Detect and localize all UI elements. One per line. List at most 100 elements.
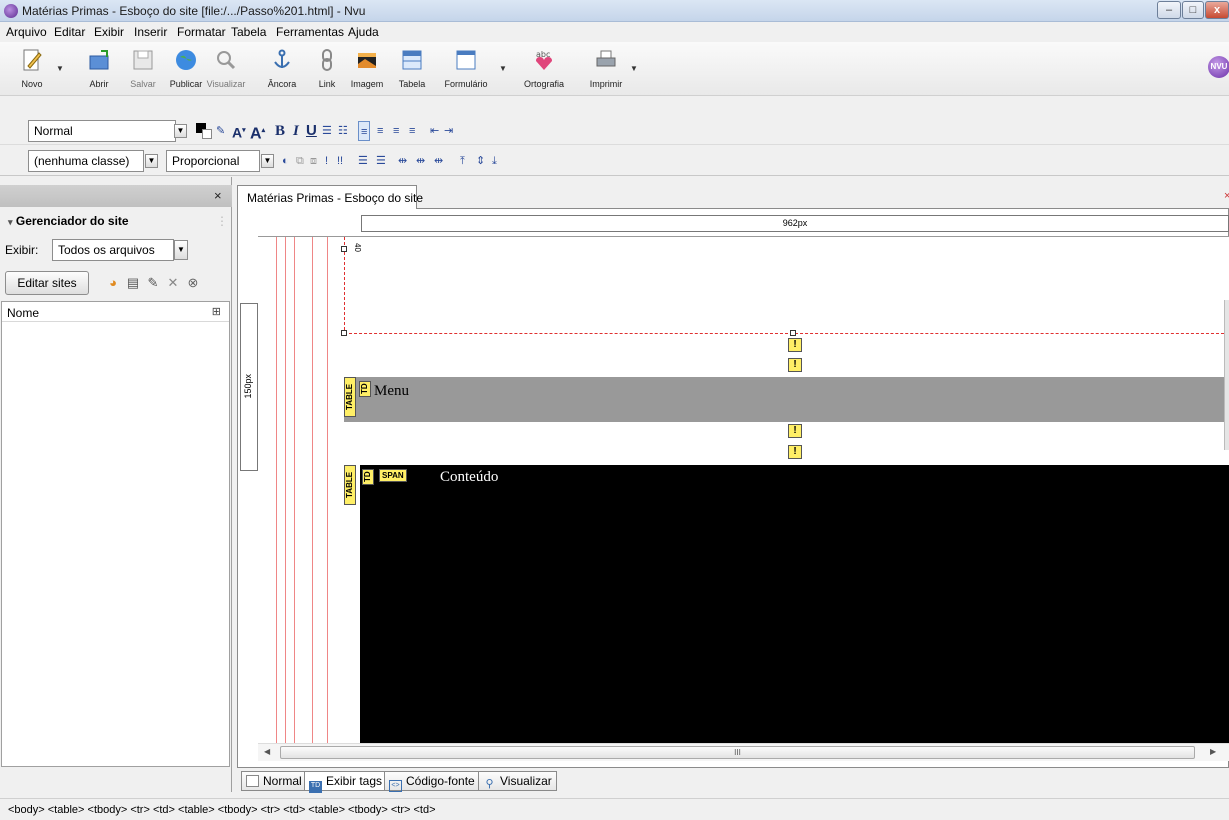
collapse-chevron-icon[interactable]: ▾ [8, 217, 13, 227]
menu-ajuda[interactable]: Ajuda [348, 25, 379, 39]
justify-left-icon[interactable]: ⇹ [398, 151, 407, 171]
new-button[interactable]: Novo [10, 46, 54, 92]
delete-icon[interactable]: ✕ [165, 275, 181, 291]
resize-handle[interactable] [790, 330, 796, 336]
scroll-thumb[interactable]: III [280, 746, 1195, 759]
panel-grip-icon[interactable]: ⋮ [216, 214, 228, 228]
warning-badge-icon[interactable]: ! [788, 358, 802, 372]
class-select[interactable]: (nenhuma classe) [28, 150, 144, 172]
form-dropdown-icon[interactable]: ▼ [499, 64, 507, 73]
menu-inserir[interactable]: Inserir [134, 25, 167, 39]
menu-ferramentas[interactable]: Ferramentas [276, 25, 344, 39]
stop-icon[interactable]: ⊗ [185, 275, 201, 291]
new-dropdown-icon[interactable]: ▼ [56, 64, 64, 73]
scroll-right-icon[interactable]: ▶ [1210, 747, 1216, 756]
tab-show-tags[interactable]: TD Exibir tags [304, 771, 388, 793]
edit-sites-button[interactable]: Editar sites [5, 271, 89, 295]
warning-badge-icon[interactable]: ! [788, 338, 802, 352]
tab-source-code[interactable]: <> Código-fonte [384, 771, 480, 792]
italic-button[interactable]: I [293, 121, 299, 141]
horizontal-scrollbar[interactable]: ◀ III ▶ [258, 743, 1229, 761]
menu-editar[interactable]: Editar [54, 25, 85, 39]
maximize-button[interactable]: □ [1182, 1, 1204, 19]
font-select[interactable]: Proporcional [166, 150, 260, 172]
print-button[interactable]: Imprimir [584, 46, 628, 92]
indent-icon[interactable]: ⇥ [444, 121, 453, 141]
unordered-list-icon[interactable]: ☰ [322, 121, 332, 141]
important-icon[interactable]: ! [325, 151, 328, 171]
vertical-scrollbar[interactable] [1224, 300, 1229, 450]
scroll-left-icon[interactable]: ◀ [264, 747, 270, 756]
valign-middle-icon[interactable]: ⇕ [476, 151, 485, 171]
publish-site-icon[interactable]: ◕ [105, 275, 121, 291]
tab-normal[interactable]: Normal [241, 771, 307, 791]
resize-handle[interactable] [341, 246, 347, 252]
minimize-button[interactable]: – [1157, 1, 1181, 19]
table-tag-badge[interactable]: TABLE [344, 377, 356, 417]
bold-button[interactable]: B [275, 121, 285, 141]
form-button[interactable]: Formulário [444, 46, 488, 92]
new-folder-icon[interactable]: ▤ [125, 275, 141, 291]
site-manager-title[interactable]: ▾ Gerenciador do site [8, 214, 129, 228]
warning-badge-icon[interactable]: ! [788, 445, 802, 459]
justify-icon[interactable]: ≡ [409, 121, 415, 141]
preview-label: Visualizar [206, 79, 246, 89]
align-right-icon[interactable]: ≡ [393, 121, 399, 141]
file-filter-dropdown-icon[interactable]: ▼ [174, 240, 188, 260]
class-dropdown-icon[interactable]: ▼ [145, 154, 158, 168]
close-button[interactable]: x [1205, 1, 1229, 19]
justify-center-icon[interactable]: ⇹ [416, 151, 425, 171]
tree-column-header[interactable]: Nome ⊞ [2, 302, 229, 322]
file-filter-select[interactable]: Todos os arquivos [52, 239, 174, 261]
tag-path-breadcrumb[interactable]: <body> <table> <tbody> <tr> <td> <table>… [8, 804, 436, 816]
ordered-list-icon[interactable]: ☷ [338, 121, 348, 141]
rename-icon[interactable]: ✎ [145, 275, 161, 291]
align-center-icon[interactable]: ≡ [377, 121, 383, 141]
css-toolbar: (nenhuma classe) ▼ Proporcional ▼ ◐ ⧉ ⧈ … [0, 146, 1229, 176]
highlight-pen-icon[interactable]: ✎ [216, 121, 225, 141]
valign-bottom-icon[interactable]: ⤓ [492, 151, 497, 171]
warning-badge-icon[interactable]: ! [788, 424, 802, 438]
border-top-icon[interactable]: ☰ [358, 151, 368, 171]
justify-right-icon[interactable]: ⇹ [434, 151, 443, 171]
spellcheck-button[interactable]: abc Ortografia [522, 46, 566, 92]
table-tag-badge[interactable]: TABLE [344, 465, 356, 505]
span-tag-badge[interactable]: SPAN [379, 469, 407, 482]
paragraph-style-select[interactable]: Normal [28, 120, 176, 142]
font-smaller-icon[interactable]: A▾ [232, 121, 246, 141]
td-tag-badge[interactable]: TD [359, 381, 371, 397]
preview-button[interactable]: Visualizar [204, 46, 248, 92]
very-important-icon[interactable]: !! [337, 151, 343, 171]
menu-formatar[interactable]: Formatar [177, 25, 226, 39]
menu-arquivo[interactable]: Arquivo [6, 25, 47, 39]
tab-preview[interactable]: ⚲ Visualizar [478, 771, 557, 791]
document-tab[interactable]: Matérias Primas - Esboço do site [237, 185, 423, 209]
form-label: Formulário [444, 79, 488, 89]
column-picker-icon[interactable]: ⊞ [212, 305, 221, 318]
print-dropdown-icon[interactable]: ▼ [630, 64, 638, 73]
valign-top-icon[interactable]: ⤒ [460, 151, 465, 171]
outdent-icon[interactable]: ⇤ [430, 121, 439, 141]
content-table-cell[interactable] [360, 465, 1229, 743]
border-bottom-icon[interactable]: ☰ [376, 151, 386, 171]
background-color-icon[interactable] [202, 129, 212, 139]
layer-bring-icon[interactable]: ⧈ [310, 151, 317, 171]
menu-table-cell[interactable] [344, 377, 1229, 422]
tab-close-icon[interactable]: × [1224, 190, 1229, 202]
font-dropdown-icon[interactable]: ▼ [261, 154, 274, 168]
font-larger-icon[interactable]: A▴ [250, 121, 265, 142]
paragraph-style-dropdown-icon[interactable]: ▼ [174, 124, 187, 138]
height-ruler-label: 150px [243, 374, 253, 399]
resize-handle[interactable] [341, 330, 347, 336]
underline-button[interactable]: U [306, 121, 317, 141]
sidebar-close-icon[interactable]: × [214, 188, 222, 203]
layer-icon[interactable]: ⧉ [296, 151, 304, 171]
table-button[interactable]: Tabela [390, 46, 434, 92]
menu-exibir[interactable]: Exibir [94, 25, 124, 39]
style-palette-icon[interactable]: ◐ [282, 151, 289, 171]
align-left-icon[interactable]: ≡ [358, 121, 371, 141]
td-tag-badge[interactable]: TD [362, 469, 374, 485]
menu-tabela[interactable]: Tabela [231, 25, 266, 39]
site-file-tree[interactable]: Nome ⊞ [1, 301, 230, 767]
editing-canvas[interactable]: 40 ! ! TABLE TD Menu ! ! TABLE TD SPAN C… [258, 236, 1229, 743]
